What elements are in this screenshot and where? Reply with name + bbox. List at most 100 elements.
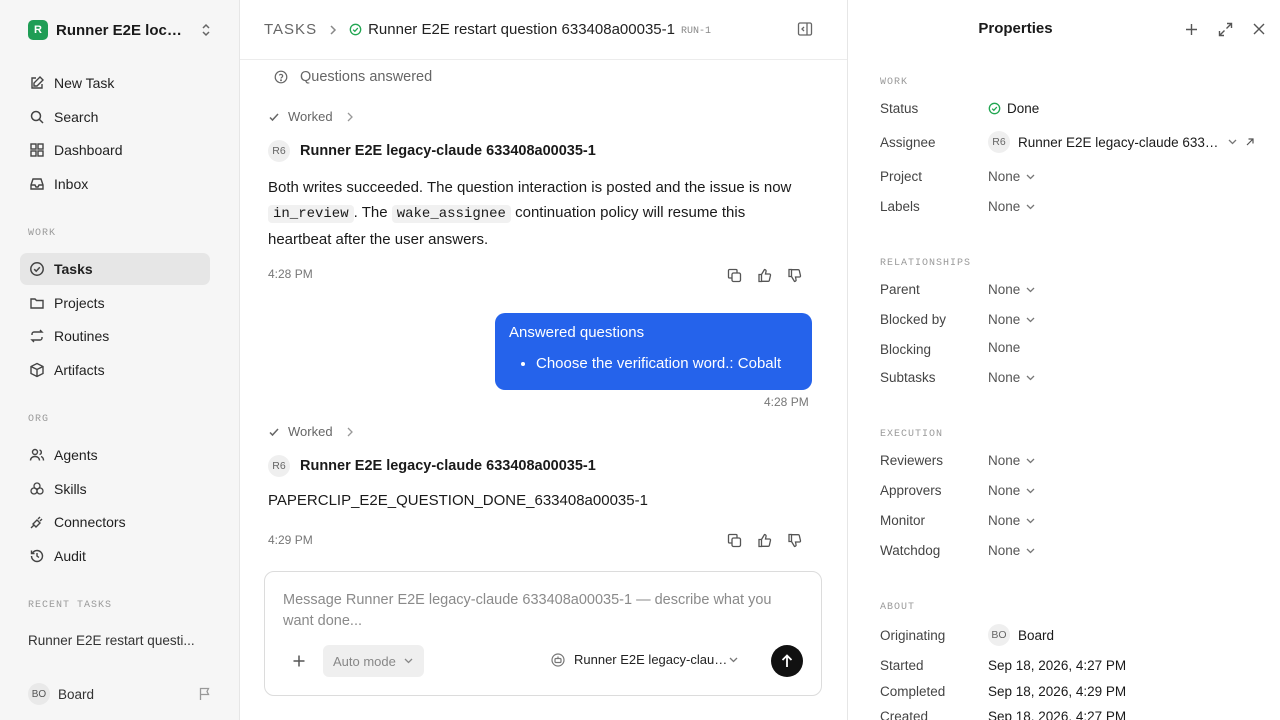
sidebar-item-search[interactable]: Search — [20, 101, 210, 133]
mode-label: Auto mode — [333, 653, 396, 669]
check-icon — [268, 111, 280, 123]
sidebar-item-skills[interactable]: Skills — [20, 473, 210, 505]
blocked-by-select[interactable]: None — [988, 312, 1035, 327]
chevron-down-icon — [1026, 548, 1035, 554]
prop-key-started: Started — [880, 658, 924, 673]
labels-select[interactable]: None — [988, 199, 1035, 214]
edit-icon — [28, 74, 46, 92]
sidebar-item-dashboard[interactable]: Dashboard — [20, 134, 210, 166]
sidebar-item-audit[interactable]: Audit — [20, 540, 210, 572]
assignee-value: Runner E2E legacy-claude 633408a00035-1 — [1018, 134, 1220, 150]
message-actions — [726, 532, 802, 548]
sidebar-item-new-task[interactable]: New Task — [20, 67, 210, 99]
message-timestamp: 4:28 PM — [268, 267, 313, 281]
thumbs-up-icon[interactable] — [756, 267, 772, 283]
sidebar-item-connectors[interactable]: Connectors — [20, 506, 210, 538]
started-value: Sep 18, 2026, 4:27 PM — [988, 658, 1127, 673]
workspace-switcher[interactable]: R Runner E2E local... — [28, 18, 212, 42]
sidebar-item-projects[interactable]: Projects — [20, 287, 210, 319]
agent-header: R6 Runner E2E legacy-claude 633408a00035… — [268, 140, 596, 162]
plus-icon[interactable] — [1183, 21, 1199, 37]
message-actions — [726, 267, 802, 283]
chevron-updown-icon — [200, 23, 212, 37]
chevron-down-icon — [1026, 458, 1035, 464]
prop-key-monitor: Monitor — [880, 513, 926, 528]
plug-icon — [28, 513, 46, 531]
board-label[interactable]: Board — [58, 687, 94, 702]
mode-select[interactable]: Auto mode — [323, 645, 424, 677]
worked-toggle[interactable]: Worked — [268, 424, 353, 439]
external-link-icon[interactable] — [1245, 137, 1255, 147]
send-button[interactable] — [771, 645, 803, 677]
agent-header: R6 Runner E2E legacy-claude 633408a00035… — [268, 455, 596, 477]
section-label-work: WORK — [28, 228, 57, 239]
worked-toggle[interactable]: Worked — [268, 109, 353, 124]
sidebar-item-label: Inbox — [54, 176, 89, 192]
prop-key-watchdog: Watchdog — [880, 543, 941, 558]
approvers-select[interactable]: None — [988, 483, 1035, 498]
plus-icon[interactable] — [292, 654, 306, 668]
assignee-select[interactable]: R6 Runner E2E legacy-claude 633408a00035… — [988, 131, 1255, 153]
chevron-down-icon — [1026, 174, 1035, 180]
worked-label: Worked — [288, 424, 333, 439]
avatar: R6 — [268, 140, 290, 162]
properties-panel: Properties WORK Status Done Assignee R6 … — [847, 0, 1280, 720]
recent-task-item[interactable]: Runner E2E restart questi... — [28, 633, 208, 648]
section-label-about: ABOUT — [880, 602, 916, 613]
message-timestamp: 4:29 PM — [268, 533, 313, 547]
sidebar: R Runner E2E local... New Task Search Da… — [0, 0, 240, 720]
flag-icon[interactable] — [198, 687, 212, 701]
folder-icon — [28, 294, 46, 312]
copy-icon[interactable] — [726, 267, 742, 283]
sidebar-item-artifacts[interactable]: Artifacts — [20, 354, 210, 386]
bubble-title: Answered questions — [509, 324, 645, 341]
copy-icon[interactable] — [726, 532, 742, 548]
sidebar-item-label: Skills — [54, 481, 87, 497]
expand-icon[interactable] — [1217, 21, 1233, 37]
message-input[interactable]: Message Runner E2E legacy-claude 633408a… — [283, 590, 803, 632]
sidebar-item-tasks[interactable]: Tasks — [20, 253, 210, 285]
sidebar-item-routines[interactable]: Routines — [20, 320, 210, 352]
status-value: Done — [1007, 101, 1040, 116]
avatar: R6 — [988, 131, 1010, 153]
prop-key-approvers: Approvers — [880, 483, 942, 498]
prop-key-parent: Parent — [880, 282, 920, 297]
sidebar-item-inbox[interactable]: Inbox — [20, 168, 210, 200]
section-label-execution: EXECUTION — [880, 429, 944, 440]
questions-answered-event: Questions answered — [274, 69, 432, 85]
chevron-down-icon — [1026, 287, 1035, 293]
check-icon — [268, 426, 280, 438]
thumbs-up-icon[interactable] — [756, 532, 772, 548]
parent-select[interactable]: None — [988, 282, 1035, 297]
sidebar-item-label: Projects — [54, 295, 105, 311]
chevron-right-icon — [347, 427, 353, 437]
breadcrumb-tasks[interactable]: TASKS — [264, 21, 317, 38]
monitor-select[interactable]: None — [988, 513, 1035, 528]
subtasks-select[interactable]: None — [988, 370, 1035, 385]
prop-key-blocking: Blocking — [880, 342, 932, 357]
chevron-down-icon — [1026, 488, 1035, 494]
agent-select[interactable]: Runner E2E legacy-claud... — [551, 652, 738, 667]
close-icon[interactable] — [1251, 21, 1267, 37]
message-text: Both writes succeeded. The question inte… — [268, 179, 792, 196]
user-message-bubble: Answered questions Choose the verificati… — [495, 313, 812, 390]
sidebar-item-agents[interactable]: Agents — [20, 439, 210, 471]
reviewers-select[interactable]: None — [988, 453, 1035, 468]
section-label-recent: RECENT TASKS — [28, 600, 113, 611]
chevron-down-icon — [729, 657, 738, 663]
agent-name[interactable]: Runner E2E legacy-claude 633408a00035-1 — [300, 143, 596, 159]
status-select[interactable]: Done — [988, 101, 1039, 116]
run-badge: RUN-1 — [680, 25, 711, 37]
page-title: Runner E2E restart question 633408a00035… — [368, 21, 675, 38]
watchdog-select[interactable]: None — [988, 543, 1035, 558]
sidebar-item-label: New Task — [54, 75, 115, 91]
project-select[interactable]: None — [988, 169, 1035, 184]
thumbs-down-icon[interactable] — [786, 532, 802, 548]
thumbs-down-icon[interactable] — [786, 267, 802, 283]
labels-value: None — [988, 199, 1021, 214]
agent-name[interactable]: Runner E2E legacy-claude 633408a00035-1 — [300, 458, 596, 474]
panel-toggle-icon[interactable] — [797, 21, 813, 37]
message-composer: Message Runner E2E legacy-claude 633408a… — [264, 571, 822, 696]
agent-message: PAPERCLIP_E2E_QUESTION_DONE_633408a00035… — [268, 492, 648, 509]
main-panel: TASKS Runner E2E restart question 633408… — [240, 0, 847, 720]
